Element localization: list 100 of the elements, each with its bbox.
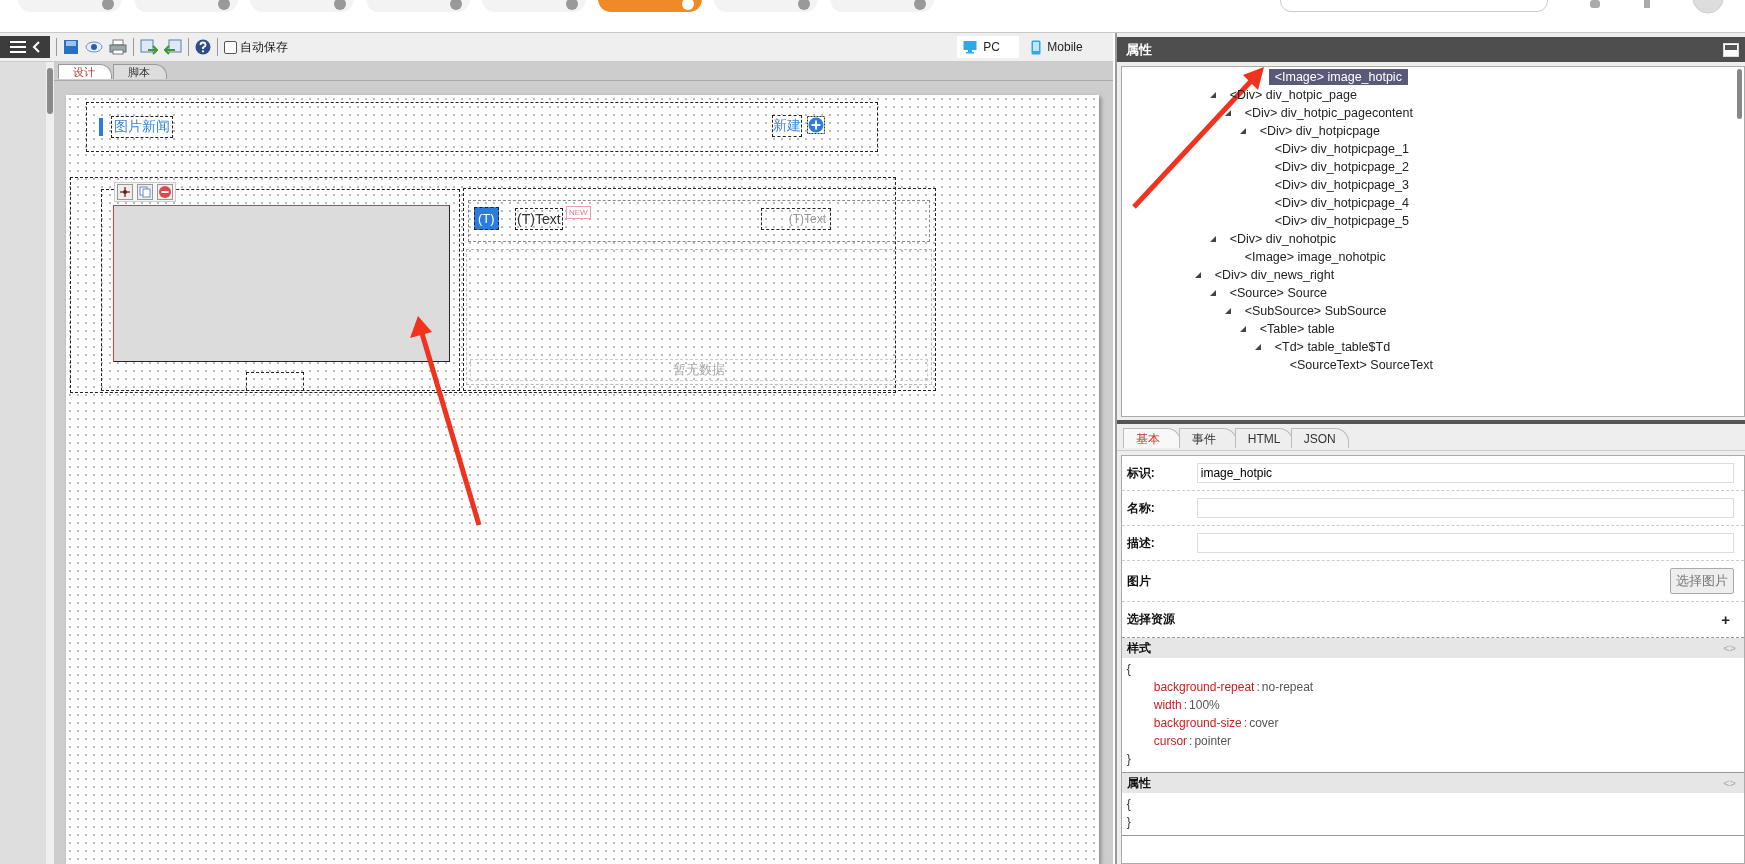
editor-tab[interactable]: 脚本 xyxy=(113,64,167,79)
text-field[interactable]: image_hotpic xyxy=(1196,463,1734,483)
field-label: 标识: xyxy=(1126,464,1156,482)
autosave-checkbox[interactable] xyxy=(224,40,237,54)
tree-item[interactable]: <Div> div_hotpicpage_2 xyxy=(1268,159,1415,175)
tree-item[interactable]: <Div> div_hotpicpage xyxy=(1253,123,1386,139)
tree-item[interactable]: <Div> div_news_right xyxy=(1208,267,1341,283)
avatar-icon[interactable] xyxy=(1692,0,1724,14)
collapse-icon[interactable] xyxy=(1208,91,1217,99)
tree-item[interactable]: <Td> table_table$Td xyxy=(1268,339,1397,355)
css-property: background-repeat xyxy=(1153,680,1255,694)
collapse-icon[interactable] xyxy=(1223,109,1232,117)
code-brace: { xyxy=(1126,661,1132,678)
collapse-icon[interactable] xyxy=(1208,235,1217,243)
tree-item[interactable]: <Div> div_nohotpic xyxy=(1223,231,1343,247)
colon: : xyxy=(1242,716,1249,730)
close-icon[interactable] xyxy=(682,0,694,10)
colon: : xyxy=(1255,680,1261,694)
section-title: 属性 xyxy=(1126,774,1151,792)
collapse-icon[interactable] xyxy=(1208,289,1217,297)
tree-item[interactable]: <Source> Source xyxy=(1223,285,1333,301)
device-toggle[interactable]: Mobile xyxy=(1025,36,1093,58)
close-icon[interactable] xyxy=(218,0,230,10)
chevron-left-icon[interactable] xyxy=(32,41,40,53)
css-property: background-size xyxy=(1153,716,1242,730)
move-icon[interactable] xyxy=(117,184,133,200)
printer-icon[interactable] xyxy=(109,39,127,55)
device-toggle[interactable]: PC xyxy=(957,36,1020,58)
tag-label: (T) xyxy=(474,207,499,230)
text-field-label: (T)Text xyxy=(515,208,563,230)
text-field-label: (T)Text xyxy=(761,208,831,230)
tree-item[interactable]: <Div> div_hotpicpage_3 xyxy=(1268,177,1415,193)
monitor-icon xyxy=(963,40,978,54)
editor-tab[interactable]: 设计 xyxy=(58,64,112,79)
text-field[interactable] xyxy=(1196,498,1734,518)
tree-item[interactable]: <Image> image_hotpic xyxy=(1268,69,1408,85)
import-icon[interactable] xyxy=(140,39,158,55)
empty-message: 暂无数据 xyxy=(470,359,928,381)
export-icon[interactable] xyxy=(164,39,182,55)
css-property: width xyxy=(1153,698,1182,712)
menu-icon[interactable] xyxy=(10,41,26,53)
collapse-icon[interactable] xyxy=(1253,343,1262,351)
close-icon[interactable] xyxy=(798,0,810,10)
field-label: 图片 xyxy=(1126,572,1152,590)
save-icon[interactable] xyxy=(63,39,79,55)
tree-item[interactable]: <Div> div_hotpicpage_4 xyxy=(1268,195,1415,211)
tree-item[interactable]: <Image> image_nohotpic xyxy=(1238,249,1392,265)
collapse-icon[interactable] xyxy=(1238,325,1247,333)
section-title: 图片新闻 xyxy=(111,116,173,138)
collapse-icon[interactable] xyxy=(1193,271,1202,279)
choose-image-button[interactable]: 选择图片 xyxy=(1670,568,1734,594)
close-icon[interactable] xyxy=(450,0,462,10)
code-brace: } xyxy=(1126,751,1132,768)
field-label: 选择资源 xyxy=(1126,611,1176,628)
field-label: 名称: xyxy=(1126,499,1156,517)
tree-item[interactable]: <Div> div_hotpicpage_5 xyxy=(1268,213,1415,229)
autosave-label[interactable]: 自动保存 xyxy=(240,38,288,56)
text-field[interactable] xyxy=(1196,533,1734,553)
image-placeholder[interactable] xyxy=(113,205,450,362)
eye-icon[interactable] xyxy=(85,39,103,55)
close-icon[interactable] xyxy=(102,0,114,10)
section-title: 样式 xyxy=(1126,639,1151,657)
minimize-icon[interactable] xyxy=(1723,42,1739,57)
new-link[interactable]: 新建 xyxy=(772,115,802,137)
code-brace: { xyxy=(1126,796,1132,813)
delete-icon[interactable] xyxy=(157,184,173,200)
scrollbar-thumb[interactable] xyxy=(1737,69,1742,119)
css-value: 100% xyxy=(1189,698,1220,712)
property-tab[interactable]: HTML xyxy=(1234,428,1293,448)
help-icon[interactable] xyxy=(195,39,211,55)
colon: : xyxy=(1182,698,1189,712)
property-tab[interactable]: JSON xyxy=(1290,428,1349,448)
field-label: 描述: xyxy=(1126,534,1156,552)
close-icon[interactable] xyxy=(914,0,926,10)
new-badge: NEW xyxy=(566,206,591,219)
collapse-icon[interactable] xyxy=(1238,127,1247,135)
panel-title: 属性 xyxy=(1125,40,1152,59)
close-icon[interactable] xyxy=(566,0,578,10)
add-icon[interactable]: + xyxy=(1721,611,1730,628)
phone-icon xyxy=(1031,39,1042,55)
property-tab[interactable]: 基本 xyxy=(1122,428,1181,448)
tree-item[interactable]: <SourceText> SourceText xyxy=(1283,357,1439,373)
collapse-icon[interactable] xyxy=(1223,307,1232,315)
css-value: no-repeat xyxy=(1261,680,1314,694)
close-icon[interactable] xyxy=(334,0,346,10)
colon: : xyxy=(1188,734,1194,748)
pager-box xyxy=(246,372,304,391)
add-icon[interactable] xyxy=(807,116,825,134)
sidebar-toggle-button[interactable] xyxy=(0,36,50,58)
scrollbar-thumb[interactable] xyxy=(47,68,53,114)
css-value: pointer xyxy=(1194,734,1232,748)
css-value: cover xyxy=(1249,716,1279,730)
tree-item[interactable]: <Div> div_hotpic_pagecontent xyxy=(1238,105,1419,121)
code-brace: } xyxy=(1126,814,1132,831)
tree-item[interactable]: <Div> div_hotpicpage_1 xyxy=(1268,141,1415,157)
tree-item[interactable]: <SubSource> SubSource xyxy=(1238,303,1393,319)
property-tab[interactable]: 事件 xyxy=(1178,428,1237,448)
css-property: cursor xyxy=(1153,734,1188,748)
title-marker xyxy=(99,118,103,136)
tree-item[interactable]: <Table> table xyxy=(1253,321,1341,337)
